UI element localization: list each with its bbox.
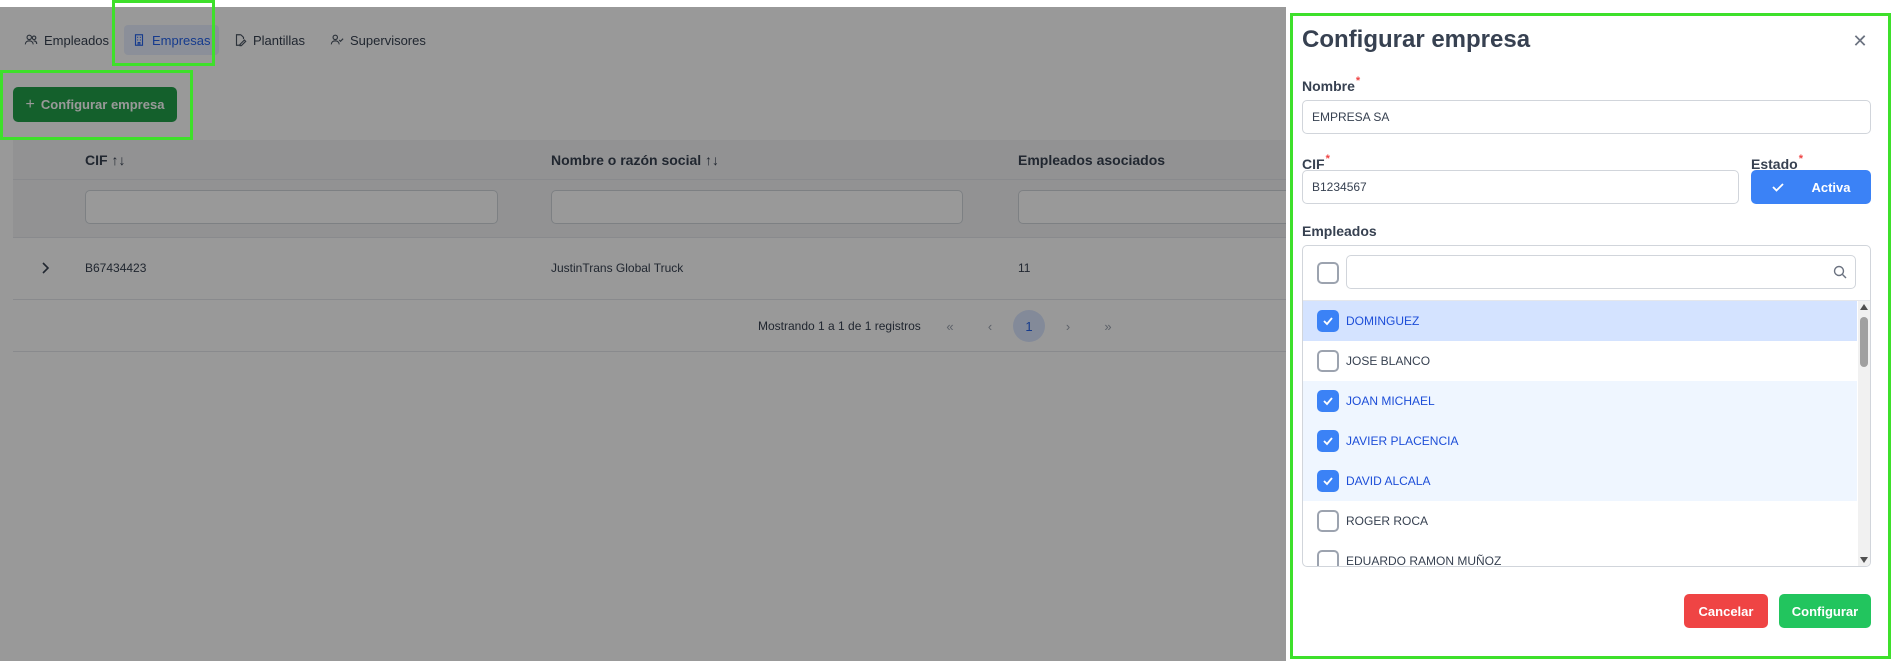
highlight-dialog: [1290, 13, 1891, 659]
app-root: Empleados Empresas Plantillas Supervisor…: [0, 0, 1892, 661]
top-strip: [0, 0, 1892, 7]
highlight-empresas-tab: [112, 0, 215, 66]
highlight-configurar-button: [0, 70, 193, 140]
